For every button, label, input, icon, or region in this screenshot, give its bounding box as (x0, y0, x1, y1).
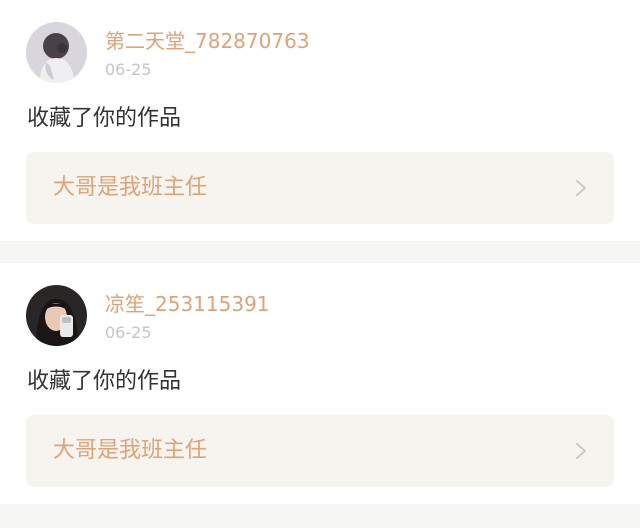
username[interactable]: 第二天堂_782870763 (105, 28, 310, 54)
notification-action-text: 收藏了你的作品 (27, 106, 182, 131)
chevron-right-icon (576, 443, 586, 459)
user-avatar-icon[interactable] (26, 22, 87, 83)
notification-action-text: 收藏了你的作品 (27, 369, 182, 394)
notification-feed: 第二天堂_782870763 06-25 收藏了你的作品 大哥是我班主任 凉笙_… (0, 0, 640, 528)
notification-item: 第二天堂_782870763 06-25 收藏了你的作品 大哥是我班主任 (0, 0, 640, 241)
timestamp: 06-25 (105, 60, 152, 79)
chevron-right-icon (576, 180, 586, 196)
work-title: 大哥是我班主任 (53, 175, 208, 200)
user-avatar-icon[interactable] (26, 285, 87, 346)
divider (0, 241, 640, 263)
work-link-card[interactable]: 大哥是我班主任 (26, 415, 614, 487)
divider (0, 504, 640, 528)
notification-item: 凉笙_253115391 06-25 收藏了你的作品 大哥是我班主任 (0, 263, 640, 504)
work-title: 大哥是我班主任 (53, 438, 208, 463)
username[interactable]: 凉笙_253115391 (105, 291, 270, 317)
timestamp: 06-25 (105, 323, 152, 342)
work-link-card[interactable]: 大哥是我班主任 (26, 152, 614, 224)
